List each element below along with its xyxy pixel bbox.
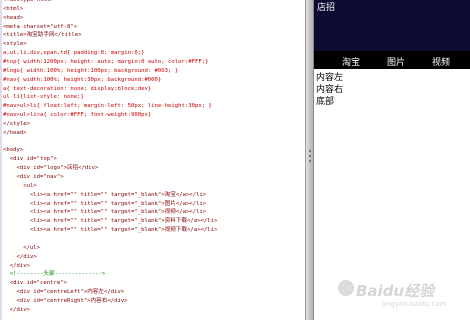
code-line: </head>	[3, 129, 27, 136]
preview-nav: 淘宝 图片 视频	[314, 51, 470, 69]
baidu-watermark: Baidu经验 jingyan.baidu.com	[338, 278, 466, 314]
code-line: <ul>	[3, 182, 37, 189]
code-line: <div id="top">	[3, 156, 57, 163]
code-line: #nav>ul>li>a{ color:#FFF; font-weight:90…	[3, 112, 152, 119]
pane-splitter[interactable]	[305, 0, 314, 320]
code-line: <li><a href="" title="" target="_blank">…	[3, 227, 218, 234]
code-line: <body>	[3, 147, 24, 154]
browser-preview: 店招 淘宝 图片 视频 内容左 内容右 底部	[314, 0, 470, 320]
code-line: <head>	[3, 14, 24, 21]
watermark-url: jingyan.baidu.com	[382, 300, 447, 308]
code-line: <style>	[3, 41, 27, 48]
preview-nav-link[interactable]: 视频	[432, 55, 450, 68]
watermark-text: Baidu经验	[356, 282, 435, 300]
code-line: <div id="nav">	[3, 174, 64, 180]
preview-footer: 底部	[316, 97, 335, 107]
code-editor[interactable]: <!doctype html> <html> <head> <meta charset…	[0, 0, 305, 320]
code-line: #nav{ width:100%; height:30px; backgroun…	[3, 76, 162, 83]
code-line: <li><a href="" title="" target="_blank">…	[3, 218, 218, 225]
preview-header: 店招	[314, 0, 470, 51]
splitter-grip	[309, 160, 311, 162]
code-line: </style>	[3, 120, 30, 127]
editor-gutter	[0, 0, 2, 320]
code-line: #nav>ul>li{ float:left; margin-left: 50p…	[3, 103, 212, 110]
code-line: <div id="centre">	[3, 280, 67, 287]
code-line: <div id="centreRight">内容右</div>	[3, 297, 128, 304]
code-line: <li><a href="" title="" target="_blank">…	[3, 200, 207, 207]
splitter-grip	[309, 155, 311, 157]
code-line: </div>	[3, 262, 30, 269]
preview-nav-link[interactable]: 图片	[387, 55, 405, 68]
code-line: </div>	[3, 306, 30, 313]
code-line: <!--------头部-------------->	[3, 271, 106, 278]
code-line: <li><a href="" title="" target="_blank">…	[3, 209, 207, 216]
code-line: a,ul,li,div,span,td{ padding:0; margin:0…	[3, 50, 145, 57]
code-line: <div id="centreLeft">内容左</div>	[3, 289, 125, 296]
code-line: <meta charset="utf-8">	[3, 23, 78, 30]
splitter-grip	[309, 150, 311, 152]
code-line: #logo{ width:100%; height:100px; backgro…	[3, 67, 179, 74]
preview-logo: 店招	[317, 3, 336, 13]
baidu-paw-icon	[338, 280, 354, 296]
code-line: </div>	[3, 253, 37, 260]
code-line: <html>	[3, 5, 24, 12]
code-line: #top{ width:1200px; height: auto; margin…	[3, 58, 209, 65]
code-line: ul li{list-style: none;}	[3, 94, 84, 101]
preview-nav-link[interactable]: 淘宝	[342, 55, 360, 68]
code-line: a{ text-decoration: none; display:block;…	[3, 85, 152, 92]
code-line: <!doctype html>	[3, 0, 54, 3]
code-line: <li><a href="" title="" target="_blank">…	[3, 191, 207, 198]
code-line: </ul>	[3, 244, 41, 251]
code-line: <title>淘宝助手网</title>	[3, 32, 82, 39]
code-line: <div id="logo">店招</div>	[3, 165, 99, 172]
